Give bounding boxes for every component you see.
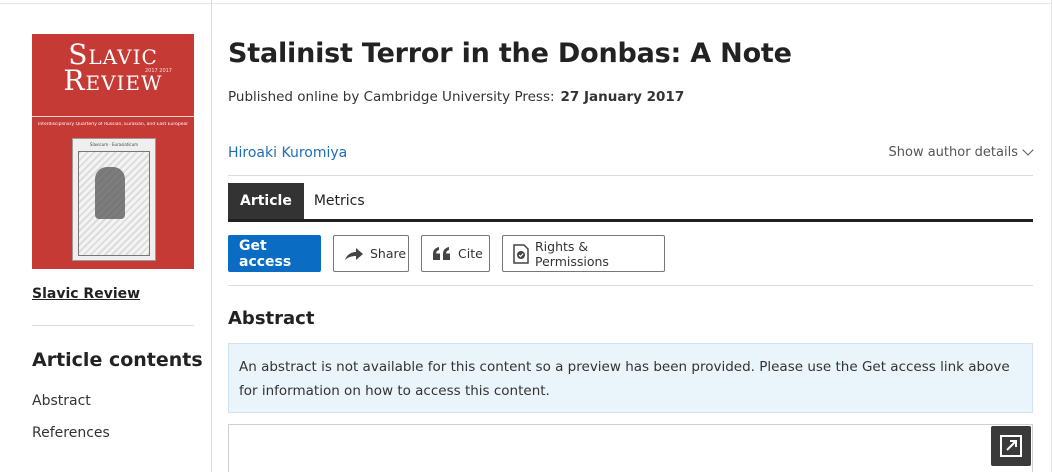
journal-cover[interactable]: Slavic Review 2017 2017 Interdisciplinar… [32,34,194,269]
published-prefix: Published online by Cambridge University… [228,89,555,105]
tab-metrics[interactable]: Metrics [304,183,377,219]
cover-illustration-figure [95,167,125,219]
get-access-button[interactable]: Get access [228,235,321,272]
sidebar-divider [32,325,194,326]
chevron-down-icon [1022,144,1034,156]
rights-permissions-button[interactable]: Rights & Permissions [502,235,665,272]
share-label: Share [370,246,407,261]
cover-divider [32,116,194,117]
divider [228,285,1033,286]
contents-item-references[interactable]: References [32,425,110,441]
article-tabs: Article Metrics [228,183,377,219]
cover-illustration-caption: Slavicum · Eurasiaticum [89,142,139,147]
document-badge-icon [513,243,529,264]
cite-button[interactable]: Cite [421,235,490,272]
published-date: 27 January 2017 [560,89,685,105]
tabs-underline [228,219,1033,222]
author-toggle-label: Show author details [888,145,1019,160]
journal-link[interactable]: Slavic Review [32,286,140,302]
abstract-notice: An abstract is not available for this co… [228,343,1033,413]
article-contents-heading: Article contents [32,349,203,371]
action-bar: Get access Share Cite Rights & Permissio… [228,235,665,272]
published-line: Published online by Cambridge University… [228,89,684,105]
rights-label: Rights & Permissions [535,238,609,269]
tab-article[interactable]: Article [228,183,304,219]
cover-subtitle: Interdisciplinary Quarterly of Russian, … [38,122,188,127]
contents-item-abstract[interactable]: Abstract [32,393,91,409]
expand-button[interactable] [991,426,1031,466]
cover-illustration: Slavicum · Eurasiaticum [72,138,156,261]
author-link[interactable]: Hiroaki Kuromiya [228,145,347,161]
share-arrow-icon [345,247,363,260]
divider [228,175,1033,176]
preview-frame[interactable] [228,424,1033,472]
sidebar: Slavic Review 2017 2017 Interdisciplinar… [0,0,212,472]
quote-icon [433,246,450,260]
expand-icon [1000,435,1022,457]
abstract-heading: Abstract [228,308,315,329]
show-author-details-button[interactable]: Show author details [888,144,1034,160]
cover-issue: 2017 2017 [144,68,172,74]
share-button[interactable]: Share [333,235,409,272]
cite-label: Cite [458,246,483,261]
article-title: Stalinist Terror in the Donbas: A Note [228,38,792,69]
